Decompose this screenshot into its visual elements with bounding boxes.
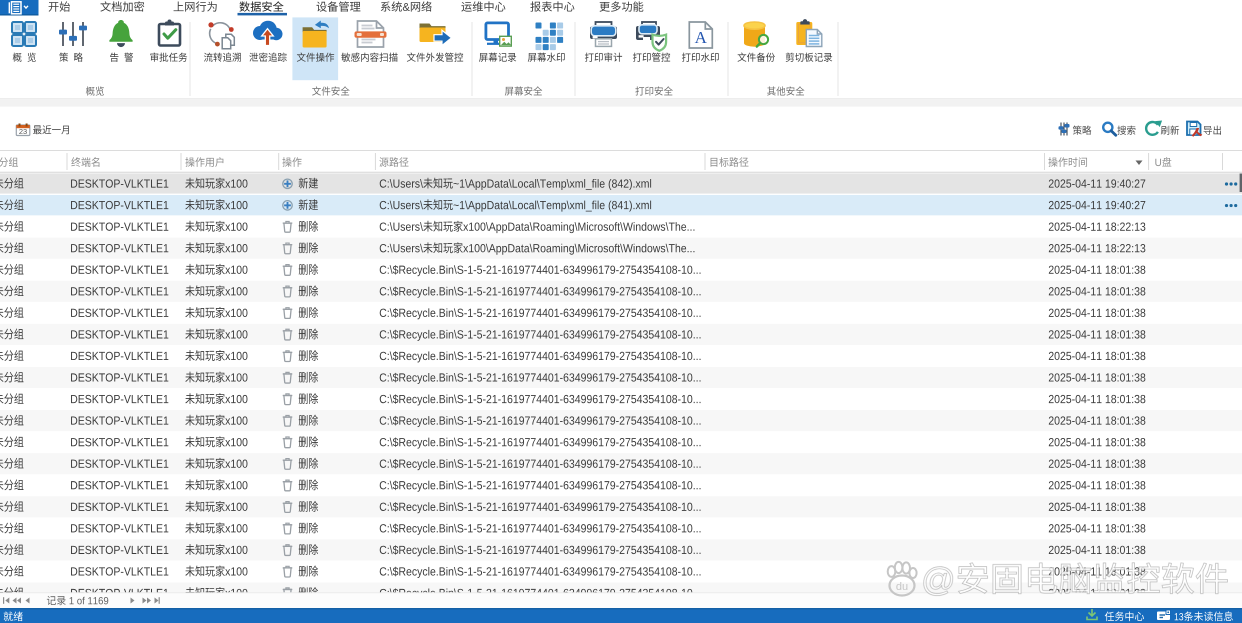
- svg-text:du: du: [896, 581, 908, 593]
- svg-text:23: 23: [19, 127, 27, 136]
- svg-text:A: A: [695, 28, 708, 47]
